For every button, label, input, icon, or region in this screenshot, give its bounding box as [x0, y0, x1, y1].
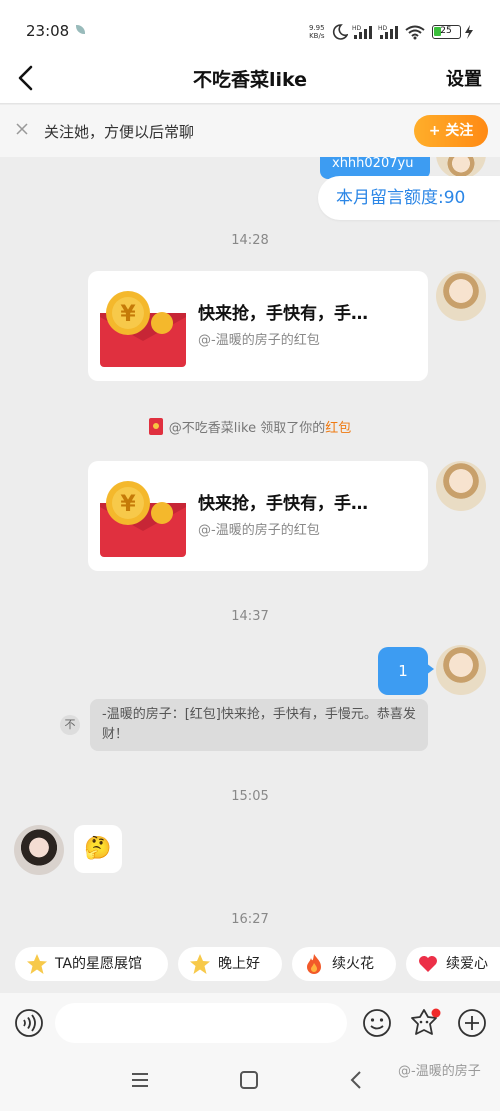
battery-icon: 25 — [432, 25, 461, 39]
back-icon[interactable] — [348, 1071, 364, 1089]
plus-icon[interactable] — [457, 1008, 487, 1038]
avatar[interactable] — [436, 271, 486, 321]
red-packet-subtitle: @-温暖的房子的红包 — [198, 333, 320, 348]
fire-icon — [307, 954, 321, 974]
chip-continue-love[interactable]: 续爱心 — [406, 947, 500, 981]
quote-avatar-icon: 不 — [60, 715, 80, 735]
settings-button[interactable]: 设置 — [446, 65, 482, 91]
network-speed-value: 9.95 — [309, 24, 325, 32]
chat-header: 不吃香菜like 设置 — [0, 52, 500, 104]
timestamp: 16:27 — [231, 912, 269, 927]
menu-icon[interactable] — [130, 1071, 150, 1089]
chat-title: 不吃香菜like — [192, 69, 308, 91]
sticker-icon[interactable] — [409, 1008, 441, 1038]
follow-prompt-text: 关注她，方便以后常聊 — [44, 123, 195, 141]
red-packet-title: 快来抢，手快有，手… — [198, 494, 368, 514]
follow-banner: 关注她，方便以后常聊 + 关注 — [0, 105, 500, 157]
svg-text:¥: ¥ — [120, 302, 136, 327]
status-bar: 23:08 9.95 KB/s HD HD 25 — [0, 0, 500, 52]
my-message-bubble[interactable]: 1 — [378, 647, 434, 695]
chip-star-gallery[interactable]: TA的星愿展馆 — [15, 947, 168, 981]
quoted-message-text: -温暖的房子：[红包]快来抢，手快有，手慢元。恭喜发财！ — [90, 699, 428, 751]
signal-hd-icon: HD — [378, 25, 398, 39]
battery-level: 25 — [440, 26, 452, 36]
system-notice: @不吃香菜like 领取了你的红包 — [0, 417, 500, 436]
heart-icon — [419, 956, 437, 972]
partial-message-text: xhhh0207yu — [332, 157, 414, 171]
star-icon — [27, 954, 47, 974]
chip-continue-spark[interactable]: 续火花 — [292, 947, 396, 981]
chip-label: 续爱心 — [446, 956, 488, 972]
network-speed: 9.95 KB/s — [309, 24, 325, 40]
status-time: 23:08 — [26, 22, 70, 40]
avatar[interactable] — [436, 645, 486, 695]
svg-text:HD: HD — [378, 25, 388, 32]
red-packet-title: 快来抢，手快有，手… — [198, 304, 368, 324]
star-icon — [190, 954, 210, 974]
moon-icon — [332, 24, 348, 40]
voice-icon[interactable] — [14, 1008, 44, 1038]
timestamp: 14:37 — [231, 609, 269, 624]
chip-label: 续火花 — [332, 956, 374, 972]
svg-text:HD: HD — [352, 25, 362, 32]
charging-icon — [465, 25, 473, 39]
red-packet-subtitle: @-温暖的房子的红包 — [198, 523, 320, 538]
message-input[interactable] — [55, 1003, 347, 1043]
message-quota-pill[interactable]: 本月留言额度:90 — [318, 176, 500, 220]
avatar[interactable] — [14, 825, 64, 875]
quoted-message[interactable]: 不 -温暖的房子：[红包]快来抢，手快有，手慢元。恭喜发财！ — [60, 699, 430, 751]
red-packet-card[interactable]: ¥ 快来抢，手快有，手… @-温暖的房子的红包 — [88, 461, 428, 571]
red-packet-icon: ¥ — [100, 481, 186, 557]
quick-reply-chips: TA的星愿展馆 晚上好 续火花 续爱心 — [0, 947, 500, 989]
signal-hd-icon: HD — [352, 25, 372, 39]
message-input-bar — [0, 993, 500, 1053]
home-icon[interactable] — [239, 1071, 259, 1089]
watermark: @-温暖的房子 — [398, 1064, 481, 1079]
chip-good-evening[interactable]: 晚上好 — [178, 947, 282, 981]
close-icon[interactable] — [14, 121, 30, 137]
emoji-message-bubble[interactable]: 🤔 — [74, 825, 122, 873]
wifi-icon — [405, 25, 425, 40]
svg-text:¥: ¥ — [120, 492, 136, 517]
avatar[interactable] — [436, 461, 486, 511]
network-speed-unit: KB/s — [309, 32, 325, 40]
follow-button[interactable]: + 关注 — [414, 115, 488, 147]
system-notice-link[interactable]: 红包 — [325, 421, 351, 436]
chat-message-list[interactable]: xhhh0207yu 本月留言额度:90 14:28 ¥ 快来抢，手快有，手… … — [0, 157, 500, 947]
timestamp: 14:28 — [231, 233, 269, 248]
chip-label: TA的星愿展馆 — [55, 956, 143, 972]
system-notice-text: @不吃香菜like 领取了你的 — [168, 421, 326, 436]
red-packet-card[interactable]: ¥ 快来抢，手快有，手… @-温暖的房子的红包 — [88, 271, 428, 381]
chip-label: 晚上好 — [218, 956, 260, 972]
red-packet-icon: ¥ — [100, 291, 186, 367]
red-packet-mini-icon — [148, 418, 163, 435]
leaf-icon — [76, 25, 85, 34]
timestamp: 15:05 — [231, 789, 269, 804]
smiley-icon[interactable] — [362, 1008, 392, 1038]
